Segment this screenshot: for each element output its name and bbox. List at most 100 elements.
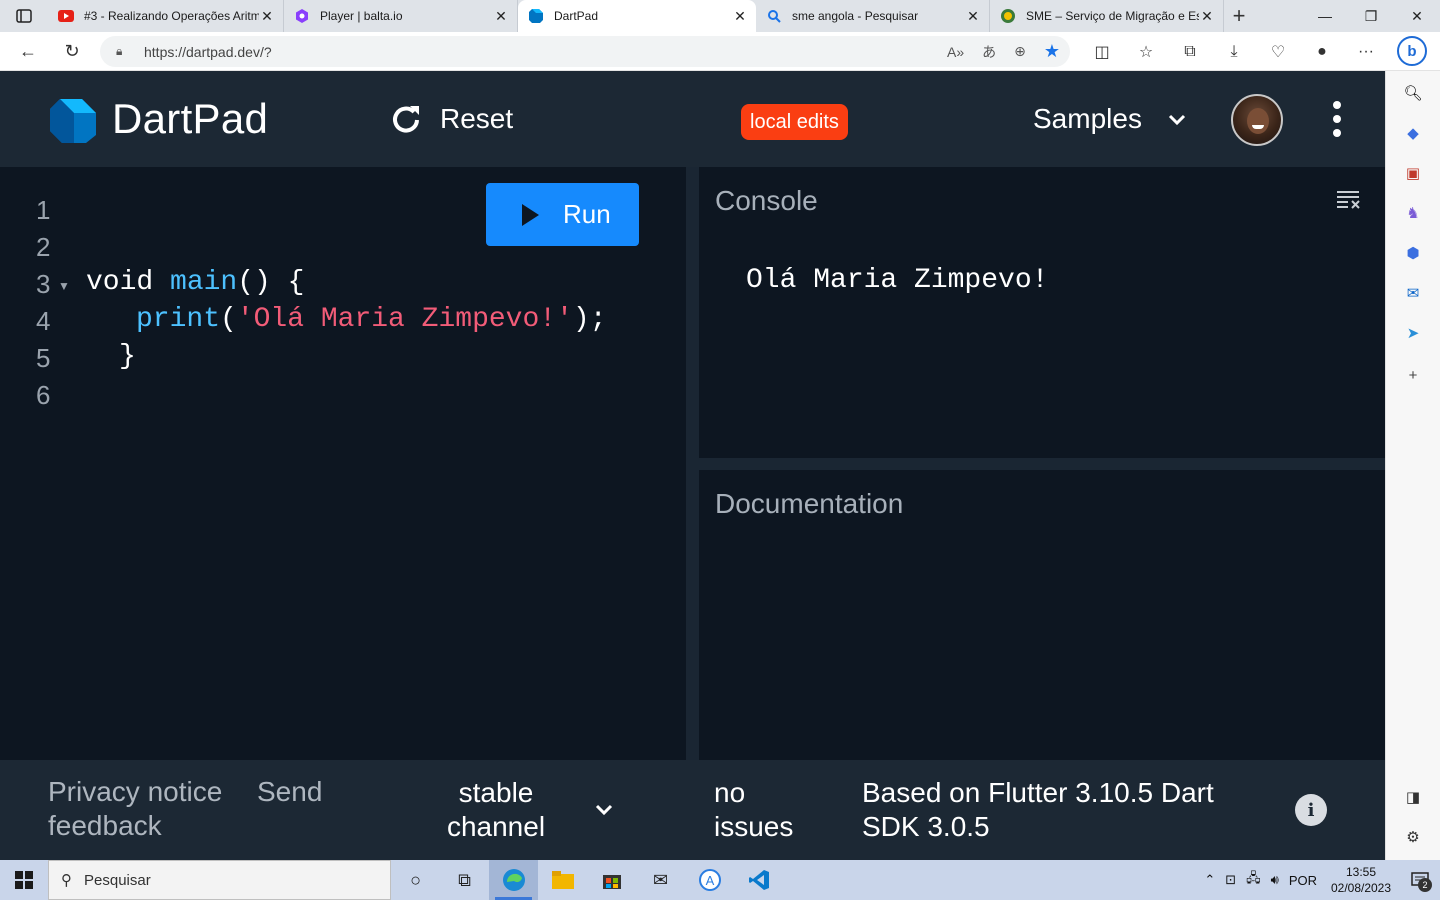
browser-tab-search[interactable]: sme angola - Pesquisar ✕: [756, 0, 990, 32]
samples-label: Samples: [1033, 103, 1142, 134]
avatar[interactable]: [1231, 94, 1283, 146]
read-aloud-icon[interactable]: A»: [947, 44, 964, 60]
sidebar-search-icon[interactable]: 🔍︎: [1403, 83, 1423, 103]
channel-selector[interactable]: stable channel: [440, 776, 552, 844]
samples-dropdown[interactable]: Samples: [1033, 101, 1188, 137]
browser-tab-bar: #3 - Realizando Operações Aritm ✕ Player…: [0, 0, 1440, 32]
volume-icon[interactable]: 🔊︎: [1266, 872, 1284, 888]
reset-button[interactable]: Reset: [390, 101, 513, 137]
line-number: 4: [36, 306, 51, 336]
search-icon: [766, 8, 782, 24]
sidebar-settings-icon[interactable]: ⚙: [1403, 827, 1423, 847]
task-view-icon[interactable]: ⧉: [440, 860, 489, 900]
sidebar-outlook-icon[interactable]: ✉: [1403, 283, 1423, 303]
close-icon[interactable]: ✕: [965, 8, 981, 24]
refresh-icon[interactable]: ↻: [50, 32, 94, 71]
network-icon[interactable]: 🖧︎: [1241, 869, 1266, 891]
browser-essentials-icon[interactable]: ♡: [1256, 32, 1300, 71]
close-icon[interactable]: ✕: [732, 8, 748, 24]
info-icon[interactable]: i: [1295, 794, 1327, 826]
favorite-star-icon[interactable]: ★: [1044, 41, 1060, 62]
mail-icon[interactable]: ✉: [636, 860, 685, 900]
store-icon[interactable]: [587, 860, 636, 900]
documentation-title: Documentation: [715, 488, 904, 519]
zoom-icon[interactable]: ⊕: [1014, 43, 1026, 60]
sidebar-shopping-icon[interactable]: ◆: [1403, 123, 1423, 143]
console-output: Olá Maria Zimpevo!: [746, 265, 1049, 296]
dart-icon: [528, 8, 544, 24]
clock-date: 02/08/2023: [1330, 881, 1392, 895]
sidebar-office-icon[interactable]: ⬢: [1403, 243, 1423, 263]
documentation-pane: Documentation: [699, 470, 1385, 760]
vertical-splitter[interactable]: [686, 167, 699, 760]
issues-status[interactable]: no issues: [714, 776, 804, 844]
minimize-icon[interactable]: —: [1302, 0, 1348, 32]
cortana-icon[interactable]: ○: [391, 860, 440, 900]
tab-title: sme angola - Pesquisar: [792, 9, 919, 23]
file-explorer-icon[interactable]: [538, 860, 587, 900]
horizontal-splitter[interactable]: [699, 458, 1385, 470]
fold-arrow-icon[interactable]: ▼: [58, 279, 70, 293]
reset-label: Reset: [440, 103, 514, 134]
system-tray: ⌃ ⊡ 🖧︎ 🔊︎ POR 13:55 02/08/2023 2: [1199, 860, 1440, 900]
close-icon[interactable]: ✕: [1199, 8, 1215, 24]
browser-tab-dartpad[interactable]: DartPad ✕: [518, 0, 756, 32]
chevron-up-icon[interactable]: ⌃: [1199, 872, 1220, 888]
edge-taskbar-icon[interactable]: [489, 860, 538, 900]
close-icon[interactable]: ✕: [493, 8, 509, 24]
back-icon[interactable]: ←: [6, 32, 50, 71]
translate-icon[interactable]: あ: [982, 42, 996, 62]
window-close-icon[interactable]: ✕: [1394, 0, 1440, 32]
tab-actions-button[interactable]: [0, 0, 48, 32]
browser-tab-sme[interactable]: SME – Serviço de Migração e Est ✕: [990, 0, 1224, 32]
line-number: 1: [36, 195, 51, 225]
collections-icon[interactable]: ⧉: [1168, 32, 1212, 71]
sidebar-games-icon[interactable]: ♞: [1403, 203, 1423, 223]
clock-time: 13:55: [1345, 865, 1377, 879]
code-editor[interactable]: 1 2 3 ▼ 4 5 6 void main() { print('Olá M…: [0, 167, 686, 760]
more-menu-icon[interactable]: ···: [1344, 32, 1388, 71]
taskbar-search-input[interactable]: ⚲ Pesquisar: [48, 860, 391, 900]
sidebar-tools-icon[interactable]: ▣: [1403, 163, 1423, 183]
feedback-link-text[interactable]: feedback: [48, 810, 162, 842]
url-field[interactable]: 🔒︎ https://dartpad.dev/? A» あ ⊕ ★: [100, 36, 1070, 67]
new-tab-button[interactable]: +: [1224, 0, 1254, 32]
app-a-icon[interactable]: A: [685, 860, 734, 900]
line-number: 3: [36, 269, 51, 299]
send-feedback-link[interactable]: Send: [257, 776, 322, 808]
svg-text:A: A: [705, 873, 714, 888]
sidebar-drop-icon[interactable]: ➤: [1403, 323, 1423, 343]
sidebar-hide-icon[interactable]: ◨: [1403, 787, 1423, 807]
browser-tab-youtube[interactable]: #3 - Realizando Operações Aritm ✕: [48, 0, 284, 32]
split-screen-icon[interactable]: ◫: [1080, 32, 1124, 71]
clear-console-icon[interactable]: [1335, 189, 1361, 209]
favorites-icon[interactable]: ☆: [1124, 32, 1168, 71]
privacy-notice-link[interactable]: Privacy notice: [48, 776, 222, 808]
sidebar-add-icon[interactable]: +: [1403, 365, 1423, 385]
window-controls: — ❐ ✕: [1302, 0, 1440, 32]
local-edits-badge: local edits: [741, 104, 848, 140]
edge-sidebar: 🔍︎ ◆ ▣ ♞ ⬢ ✉ ➤ + ◨ ⚙: [1385, 71, 1440, 860]
windows-start-icon[interactable]: [0, 860, 48, 900]
windows-taskbar: ⚲ Pesquisar ○ ⧉ ✉ A ⌃ ⊡ 🖧︎ 🔊︎ POR 13:55 …: [0, 860, 1440, 900]
run-button[interactable]: Run: [486, 183, 639, 246]
tab-title: #3 - Realizando Operações Aritm: [84, 9, 259, 23]
line-number: 6: [36, 380, 51, 410]
chevron-down-icon[interactable]: [593, 798, 615, 820]
language-indicator[interactable]: POR: [1284, 873, 1322, 888]
notifications-icon[interactable]: 2: [1400, 860, 1440, 900]
tab-actions-icon: [16, 9, 32, 23]
url-text[interactable]: https://dartpad.dev/?: [144, 44, 272, 60]
browser-tab-balta[interactable]: Player | balta.io ✕: [284, 0, 518, 32]
bing-copilot-icon[interactable]: b: [1397, 36, 1427, 66]
clock[interactable]: 13:55 02/08/2023: [1322, 864, 1400, 896]
meet-now-icon[interactable]: ⊡: [1220, 872, 1241, 888]
downloads-icon[interactable]: ⤓: [1212, 32, 1256, 71]
close-icon[interactable]: ✕: [259, 8, 275, 24]
more-vert-icon[interactable]: [1330, 101, 1344, 137]
vscode-icon[interactable]: [734, 860, 783, 900]
youtube-icon: [58, 8, 74, 24]
sdk-version-text: Based on Flutter 3.10.5 Dart SDK 3.0.5: [862, 777, 1214, 842]
restore-icon[interactable]: ❐: [1348, 0, 1394, 32]
profile-icon[interactable]: ●: [1300, 32, 1344, 71]
